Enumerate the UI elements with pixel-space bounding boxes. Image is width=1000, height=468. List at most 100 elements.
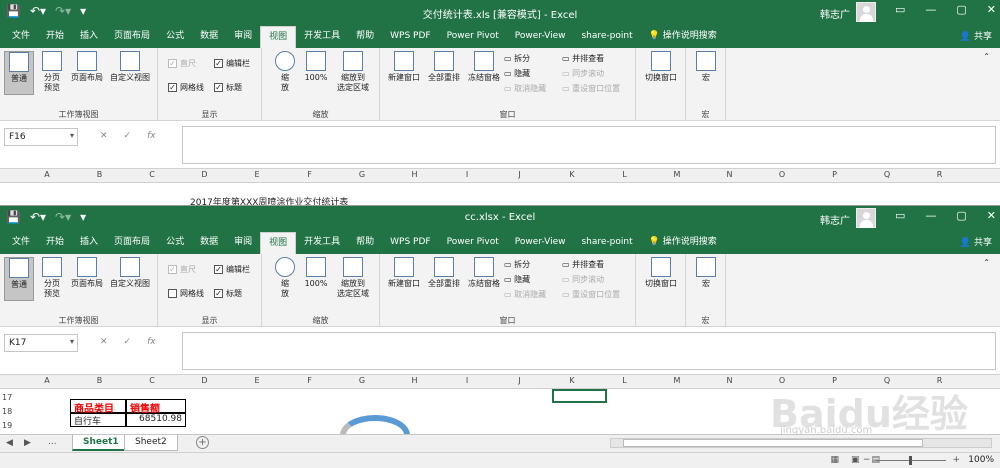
ribbon-options-icon[interactable]: ▭ — [895, 3, 905, 16]
sync-scroll-button[interactable]: ▭ 同步滚动 — [562, 274, 604, 285]
sheet-cells[interactable]: 17 18 19 商品类目 销售额 自行车 68510.98 Baidu经验 j… — [0, 389, 1000, 455]
zoom-slider[interactable]: − + — [863, 455, 960, 465]
column-header-P[interactable]: P — [828, 170, 842, 179]
column-header-C[interactable]: C — [145, 376, 159, 385]
column-header-F[interactable]: F — [303, 376, 317, 385]
formula-bar-checkbox[interactable]: ✓ 编辑栏 — [214, 58, 250, 69]
zoom-track[interactable] — [876, 455, 947, 465]
new-window-button[interactable]: 新建窗口 — [384, 51, 424, 83]
minimize-icon[interactable]: — — [925, 209, 936, 222]
tab-insert[interactable]: 插入 — [72, 26, 106, 48]
side-by-side-button[interactable]: ▭ 并排查看 — [562, 259, 604, 270]
column-header-O[interactable]: O — [775, 170, 789, 179]
tab-page-layout[interactable]: 页面布局 — [106, 26, 158, 48]
tab-home[interactable]: 开始 — [38, 232, 72, 254]
column-header-J[interactable]: J — [513, 376, 527, 385]
avatar[interactable] — [856, 2, 876, 22]
minimize-icon[interactable]: — — [925, 3, 936, 16]
column-header-G[interactable]: G — [355, 376, 369, 385]
tab-wps-pdf[interactable]: WPS PDF — [382, 26, 438, 48]
new-window-button[interactable]: 新建窗口 — [384, 257, 424, 289]
close-icon[interactable]: ✕ — [987, 209, 996, 222]
sheet-cells[interactable]: 2017年度第XXX周喷涂作业交付统计表 — [0, 198, 1000, 205]
cell-b1[interactable]: 68510.98 — [126, 413, 186, 427]
column-header-A[interactable]: A — [40, 170, 54, 179]
selected-cell[interactable] — [552, 389, 607, 403]
zoom-in-icon[interactable]: + — [952, 455, 960, 465]
hide-button[interactable]: ▭ 隐藏 — [504, 274, 530, 285]
tab-file[interactable]: 文件 — [4, 26, 38, 48]
zoom-out-icon[interactable]: − — [863, 455, 871, 465]
share-button[interactable]: 👤 共享 — [960, 235, 992, 248]
collapse-ribbon-icon[interactable]: ⌃ — [983, 258, 990, 267]
tab-share-point[interactable]: share-point — [573, 26, 640, 48]
column-header-C[interactable]: C — [145, 170, 159, 179]
cell-a1[interactable]: 自行车 — [70, 413, 126, 427]
tab-formulas[interactable]: 公式 — [158, 232, 192, 254]
tab-help[interactable]: 帮助 — [348, 232, 382, 254]
column-header-A[interactable]: A — [40, 376, 54, 385]
name-box[interactable]: K17 — [4, 334, 78, 352]
column-header-K[interactable]: K — [565, 170, 579, 179]
column-header-J[interactable]: J — [513, 170, 527, 179]
column-header-Q[interactable]: Q — [880, 170, 894, 179]
column-header-L[interactable]: L — [618, 376, 632, 385]
tab-developer[interactable]: 开发工具 — [296, 232, 348, 254]
tab-review[interactable]: 审阅 — [226, 232, 260, 254]
zoom-button[interactable]: 缩 放 — [272, 257, 298, 299]
macros-button[interactable]: 宏 — [694, 257, 718, 289]
sheet-more-button[interactable]: ... — [48, 437, 57, 447]
sync-scroll-button[interactable]: ▭ 同步滚动 — [562, 68, 604, 79]
column-header-E[interactable]: E — [250, 170, 264, 179]
tab-view[interactable]: 视图 — [260, 232, 297, 254]
share-button[interactable]: 👤 共享 — [960, 29, 992, 42]
maximize-icon[interactable]: ▢ — [956, 209, 966, 222]
column-header-M[interactable]: M — [670, 170, 684, 179]
tab-file[interactable]: 文件 — [4, 232, 38, 254]
cancel-icon[interactable]: ✕ — [100, 131, 108, 141]
tab-power-pivot[interactable]: Power Pivot — [439, 26, 507, 48]
arrange-all-button[interactable]: 全部重排 — [424, 51, 464, 83]
custom-views-button[interactable]: 自定义视图 — [106, 51, 154, 83]
tab-power-view[interactable]: Power-View — [507, 232, 574, 254]
reset-position-button[interactable]: ▭ 重设窗口位置 — [562, 83, 620, 94]
column-header-E[interactable]: E — [250, 376, 264, 385]
headings-checkbox[interactable]: ✓ 标题 — [214, 288, 242, 299]
scrollbar-thumb[interactable] — [623, 439, 923, 447]
freeze-panes-button[interactable]: 冻结窗格 — [464, 257, 504, 289]
switch-window-button[interactable]: 切换窗口 — [640, 257, 682, 289]
tab-page-layout[interactable]: 页面布局 — [106, 232, 158, 254]
page-break-preview-button[interactable]: 分页 预览 — [38, 51, 66, 93]
column-header-H[interactable]: H — [408, 376, 422, 385]
column-header-L[interactable]: L — [618, 170, 632, 179]
maximize-icon[interactable]: ▢ — [956, 3, 966, 16]
ruler-checkbox[interactable]: ✓ 直尺 — [168, 58, 196, 69]
freeze-panes-button[interactable]: 冻结窗格 — [464, 51, 504, 83]
zoom-100-button[interactable]: 100% — [302, 257, 330, 289]
sheet-tab-2[interactable]: Sheet2 — [124, 435, 178, 451]
avatar[interactable] — [856, 208, 876, 228]
column-header-D[interactable]: D — [198, 376, 212, 385]
split-button[interactable]: ▭ 拆分 — [504, 259, 530, 270]
ruler-checkbox[interactable]: ✓ 直尺 — [168, 264, 196, 275]
column-header-N[interactable]: N — [723, 170, 737, 179]
tab-power-view[interactable]: Power-View — [507, 26, 574, 48]
tell-me-search[interactable]: 💡 操作说明搜索 — [641, 26, 725, 48]
sheet-nav-next-icon[interactable]: ▶ — [24, 438, 31, 448]
normal-view-icon[interactable]: ▦ — [830, 455, 839, 465]
tab-review[interactable]: 审阅 — [226, 26, 260, 48]
tab-home[interactable]: 开始 — [38, 26, 72, 48]
normal-view-button[interactable]: 普通 — [4, 51, 34, 95]
ribbon-options-icon[interactable]: ▭ — [895, 209, 905, 222]
user-name[interactable]: 韩志广 — [820, 212, 850, 227]
unhide-button[interactable]: ▭ 取消隐藏 — [504, 289, 546, 300]
split-button[interactable]: ▭ 拆分 — [504, 53, 530, 64]
column-header-M[interactable]: M — [670, 376, 684, 385]
zoom-100-button[interactable]: 100% — [302, 51, 330, 83]
zoom-thumb[interactable] — [909, 455, 913, 465]
custom-views-button[interactable]: 自定义视图 — [106, 257, 154, 289]
cell-header-1[interactable]: 商品类目 — [70, 399, 126, 415]
cell-header-2[interactable]: 销售额 — [126, 399, 186, 415]
page-layout-view-icon[interactable]: ▣ — [851, 455, 860, 465]
collapse-ribbon-icon[interactable]: ⌃ — [983, 52, 990, 61]
